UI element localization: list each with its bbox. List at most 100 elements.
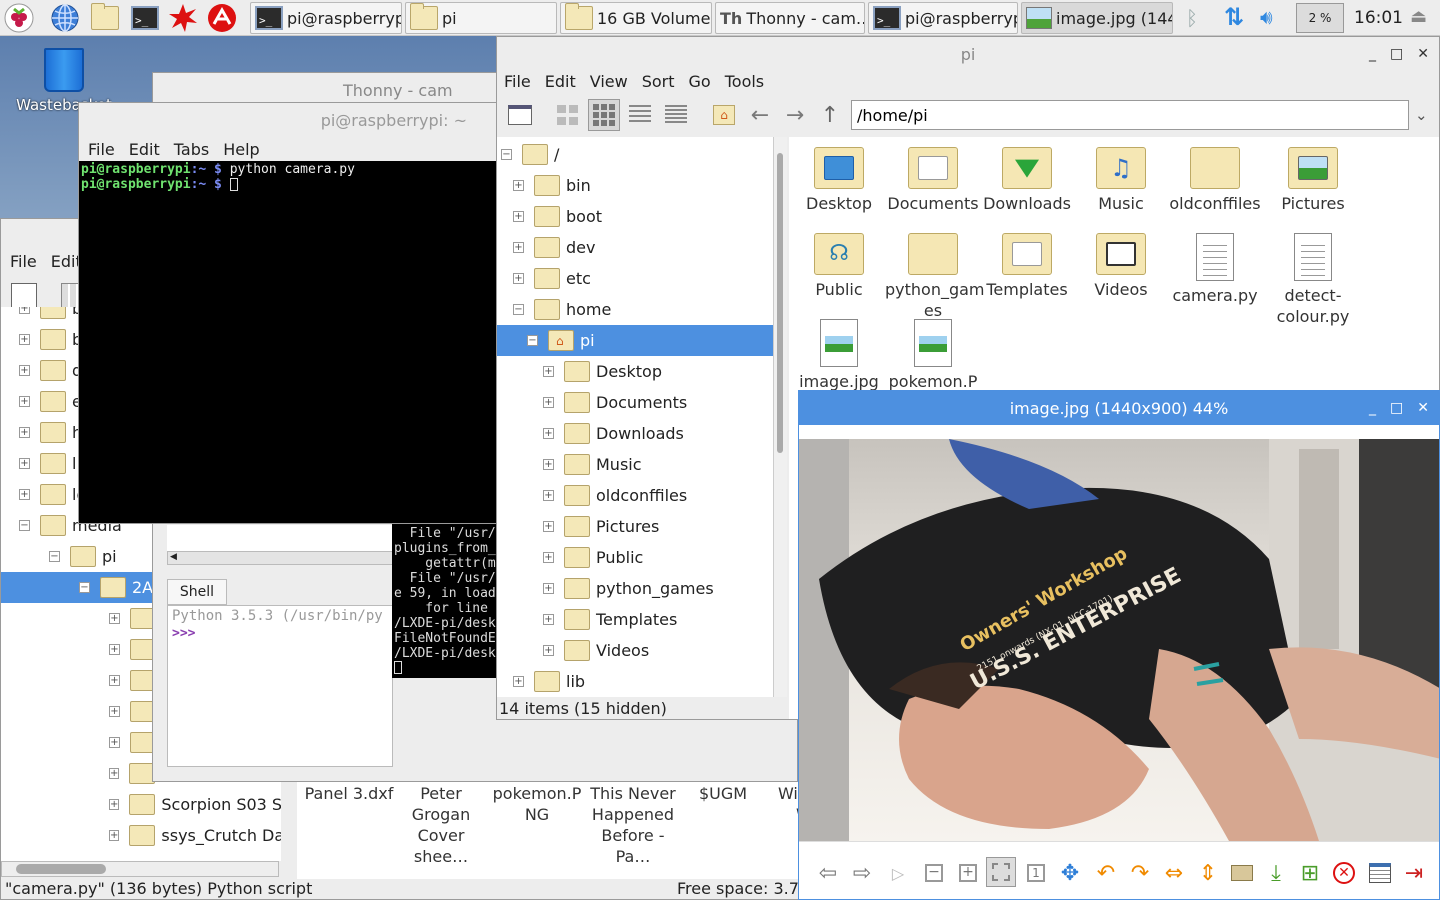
expander-icon[interactable]: −: [49, 551, 60, 562]
expander-icon[interactable]: +: [543, 552, 554, 563]
previous-image-icon[interactable]: ⇦: [813, 858, 843, 888]
expander-icon[interactable]: +: [109, 675, 120, 686]
file-item[interactable]: detect- colour.py: [1261, 233, 1365, 327]
minimize-icon[interactable]: _: [1369, 400, 1376, 416]
file-item[interactable]: pokemon.P: [885, 319, 981, 392]
zoom-in-icon[interactable]: +: [953, 858, 983, 888]
expander-icon[interactable]: +: [543, 614, 554, 625]
expander-icon[interactable]: +: [109, 830, 120, 841]
wolfram-icon[interactable]: [207, 3, 237, 33]
expander-icon[interactable]: +: [19, 307, 30, 314]
expander-icon[interactable]: +: [513, 211, 524, 222]
shell-panel[interactable]: Python 3.5.3 (/usr/bin/py >>>: [167, 605, 393, 767]
terminal-output[interactable]: pi@raspberrypi:~ $ python camera.py pi@r…: [79, 161, 497, 523]
tree-item[interactable]: − /: [501, 139, 773, 170]
eject-icon[interactable]: ⏏: [1410, 6, 1427, 27]
expander-icon[interactable]: +: [543, 428, 554, 439]
zoom-out-icon[interactable]: −: [919, 858, 949, 888]
preferences-icon[interactable]: [1365, 858, 1395, 888]
tree-item[interactable]: + Documents: [543, 387, 773, 418]
mathematica-icon[interactable]: [168, 3, 198, 33]
tree-item[interactable]: − home: [513, 294, 773, 325]
clock[interactable]: 16:01: [1354, 8, 1403, 28]
file-item[interactable]: camera.py: [1167, 233, 1263, 306]
save-as-icon[interactable]: ⊞: [1295, 858, 1325, 888]
terminal-menu-file[interactable]: File: [81, 140, 122, 159]
expander-icon[interactable]: +: [543, 521, 554, 532]
pi-menu-go[interactable]: Go: [682, 72, 718, 91]
expander-icon[interactable]: +: [543, 490, 554, 501]
tree-item[interactable]: + ssys_Crutch Damper: [109, 820, 281, 851]
taskbar-terminal-button-2[interactable]: >_pi@raspberryp…: [868, 2, 1018, 34]
new-window-icon[interactable]: [505, 100, 535, 130]
slideshow-icon[interactable]: ▷: [883, 858, 913, 888]
expander-icon[interactable]: +: [109, 706, 120, 717]
expander-icon[interactable]: +: [513, 676, 524, 687]
file-item[interactable]: Documents: [885, 147, 981, 214]
expander-icon[interactable]: +: [19, 427, 30, 438]
tree-item[interactable]: + dev: [513, 232, 773, 263]
tree-item[interactable]: + Music: [543, 449, 773, 480]
open-file-icon[interactable]: [1227, 858, 1257, 888]
path-dropdown-icon[interactable]: ⌄: [1415, 106, 1428, 124]
delete-file-icon[interactable]: ✕: [1329, 858, 1359, 888]
original-size-icon[interactable]: 1: [1021, 858, 1051, 888]
rotate-right-icon[interactable]: ↷: [1125, 858, 1155, 888]
flip-horizontal-icon[interactable]: ⇔: [1159, 858, 1189, 888]
tree-item[interactable]: + Videos: [543, 635, 773, 666]
close-icon[interactable]: ✕: [1417, 46, 1429, 62]
terminal-menu-help[interactable]: Help: [216, 140, 266, 159]
expander-icon[interactable]: +: [109, 644, 120, 655]
taskbar-pi-folder-button[interactable]: pi: [405, 2, 557, 34]
pi-menu-tools[interactable]: Tools: [718, 72, 771, 91]
fit-window-icon[interactable]: [986, 857, 1016, 887]
pi-menu-sort[interactable]: Sort: [635, 72, 682, 91]
file-item[interactable]: Pictures: [1261, 147, 1365, 214]
tree-item[interactable]: − ⌂ pi: [497, 325, 773, 356]
file-item[interactable]: image.jpg: [791, 319, 887, 392]
pi-menu-file[interactable]: File: [497, 72, 538, 91]
expander-icon[interactable]: +: [19, 396, 30, 407]
tree-item[interactable]: + Pictures: [543, 511, 773, 542]
network-icon[interactable]: ⇅: [1224, 3, 1244, 31]
expander-icon[interactable]: −: [501, 149, 512, 160]
tree-item[interactable]: + lib: [513, 666, 773, 697]
file-item[interactable]: Peter Grogan Cover shee…: [395, 767, 487, 867]
expander-icon[interactable]: +: [543, 397, 554, 408]
tree-item[interactable]: + etc: [513, 263, 773, 294]
tree-item[interactable]: + Downloads: [543, 418, 773, 449]
expander-icon[interactable]: +: [109, 737, 120, 748]
file-item[interactable]: oldconffiles: [1167, 147, 1263, 214]
home-icon[interactable]: ⌂: [709, 100, 739, 130]
expander-icon[interactable]: +: [19, 365, 30, 376]
error-output-terminal[interactable]: File "/usr/plugins_from_ getattr(m File …: [392, 524, 500, 678]
maximize-icon[interactable]: □: [1390, 400, 1403, 416]
fullscreen-icon[interactable]: ✥: [1055, 858, 1085, 888]
tree-item[interactable]: + oldconffiles: [543, 480, 773, 511]
minimize-icon[interactable]: _: [1369, 46, 1376, 62]
back-icon[interactable]: ←: [745, 100, 775, 130]
expander-icon[interactable]: +: [19, 489, 30, 500]
terminal-launcher-icon[interactable]: >_: [130, 3, 160, 33]
icon-view-icon[interactable]: [553, 100, 583, 130]
expander-icon[interactable]: −: [79, 582, 90, 593]
tree-item[interactable]: + Public: [543, 542, 773, 573]
thumbnail-view-icon[interactable]: [588, 99, 620, 131]
expander-icon[interactable]: −: [19, 520, 30, 531]
expander-icon[interactable]: +: [543, 583, 554, 594]
file-item[interactable]: python_gam es: [885, 233, 985, 321]
file-item[interactable]: ☊ Public: [791, 233, 887, 300]
taskbar-thonny-button[interactable]: Th Thonny - cam…: [715, 2, 865, 34]
cpu-monitor[interactable]: 2 %: [1296, 3, 1344, 33]
expander-icon[interactable]: +: [543, 459, 554, 470]
editor-area[interactable]: [167, 525, 393, 551]
expander-icon[interactable]: +: [513, 180, 524, 191]
pi-menu-view[interactable]: View: [583, 72, 635, 91]
tree-item[interactable]: + Desktop: [543, 356, 773, 387]
tree-item[interactable]: + Scorpion S03 Season 3: [109, 789, 281, 820]
expander-icon[interactable]: +: [513, 273, 524, 284]
file-item[interactable]: Videos: [1073, 233, 1169, 300]
expander-icon[interactable]: +: [109, 799, 120, 810]
expander-icon[interactable]: +: [19, 334, 30, 345]
raspberry-menu-icon[interactable]: [4, 3, 34, 33]
